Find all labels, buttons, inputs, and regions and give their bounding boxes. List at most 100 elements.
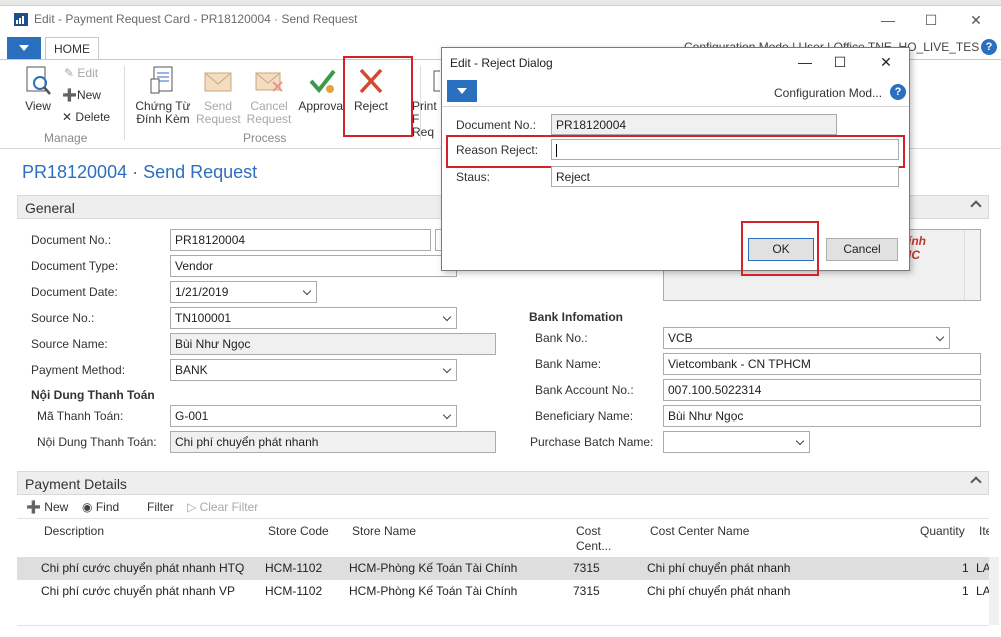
tab-home[interactable]: HOME bbox=[45, 37, 99, 60]
col-store-name[interactable]: Store Name bbox=[352, 524, 416, 539]
document-no-label: Document No.: bbox=[31, 233, 112, 247]
dialog-menu-chevron-icon bbox=[457, 88, 467, 94]
chung-tu-button[interactable]: Chứng Từ Đính Kèm bbox=[132, 65, 194, 126]
maximize-icon[interactable]: ☐ bbox=[921, 10, 941, 30]
col-item[interactable]: Ite bbox=[979, 524, 989, 539]
bank-no-label: Bank No.: bbox=[535, 331, 588, 345]
reject-dialog: Edit - Reject Dialog — ☐ ✕ Configuration… bbox=[441, 47, 910, 276]
beneficiary-label: Beneficiary Name: bbox=[535, 409, 634, 423]
col-quantity[interactable]: Quantity bbox=[920, 524, 965, 539]
app-menu-button[interactable] bbox=[7, 37, 41, 59]
purchase-batch-field[interactable] bbox=[663, 431, 810, 453]
app-logo-icon bbox=[14, 13, 28, 26]
dialog-minimize-icon[interactable]: — bbox=[795, 52, 815, 72]
delete-x-icon: ✕ bbox=[62, 110, 73, 124]
print-icon bbox=[433, 70, 440, 92]
edit-button[interactable]: ✎ Edit bbox=[64, 66, 98, 80]
page-title: PR18120004 · Send Request bbox=[22, 162, 258, 182]
source-name-field: Bùi Như Ngọc bbox=[170, 333, 496, 355]
ribbon-separator bbox=[124, 66, 125, 140]
attachment-doc-icon bbox=[150, 66, 173, 94]
approval-button[interactable]: Approval bbox=[296, 65, 348, 113]
bank-name-label: Bank Name: bbox=[535, 357, 602, 371]
ok-highlight-box bbox=[741, 221, 819, 276]
col-description[interactable]: Description bbox=[44, 524, 104, 539]
dialog-document-no-label: Document No.: bbox=[456, 118, 537, 132]
document-type-field[interactable]: Vendor bbox=[170, 255, 457, 277]
collapse-chevron-icon[interactable] bbox=[970, 476, 982, 488]
collapse-chevron-icon[interactable] bbox=[970, 200, 982, 212]
noi-dung-header: Nội Dung Thanh Toán bbox=[31, 388, 155, 402]
bank-no-field[interactable]: VCB bbox=[663, 327, 950, 349]
send-envelope-icon bbox=[204, 72, 232, 92]
details-new-button[interactable]: ➕ New bbox=[26, 500, 68, 514]
noi-dung-field: Chi phí chuyển phát nhanh bbox=[170, 431, 496, 453]
close-window-icon[interactable]: ✕ bbox=[966, 10, 986, 30]
source-name-label: Source Name: bbox=[31, 337, 108, 351]
help-icon[interactable]: ? bbox=[981, 39, 997, 55]
title-bar: Edit - Payment Request Card - PR18120004… bbox=[0, 6, 1001, 32]
dialog-title: Edit - Reject Dialog bbox=[450, 56, 553, 70]
col-store-code[interactable]: Store Code bbox=[268, 524, 329, 539]
cancel-envelope-icon bbox=[255, 72, 283, 92]
ma-thanh-toan-label: Mã Thanh Toán: bbox=[37, 409, 124, 423]
beneficiary-field[interactable]: Bùi Như Ngọc bbox=[663, 405, 981, 427]
dialog-document-no-field: PR18120004 bbox=[551, 114, 837, 135]
view-icon bbox=[26, 66, 51, 95]
bank-name-field[interactable]: Vietcombank - CN TPHCM bbox=[663, 353, 981, 375]
details-filter-button[interactable]: Filter bbox=[147, 500, 174, 514]
table-row[interactable]: Chi phí cước chuyển phát nhanh HTQ HCM-1… bbox=[17, 557, 991, 580]
reason-highlight-box bbox=[446, 135, 905, 168]
status-field[interactable]: Reject bbox=[551, 166, 899, 187]
cancel-request-button[interactable]: Cancel Request bbox=[246, 65, 292, 126]
status-label: Staus: bbox=[456, 170, 491, 184]
delete-button[interactable]: ✕ Delete bbox=[62, 110, 110, 124]
bank-info-header: Bank Infomation bbox=[529, 310, 624, 324]
new-document-icon: ➕ bbox=[62, 88, 77, 102]
manage-group-label: Manage bbox=[44, 131, 88, 145]
col-cost-center-name[interactable]: Cost Center Name bbox=[650, 524, 749, 539]
approval-check-icon bbox=[309, 69, 336, 94]
red-note-text: ính IC bbox=[908, 234, 926, 262]
dialog-help-icon[interactable]: ? bbox=[890, 84, 906, 100]
grid-bottom-line bbox=[17, 625, 989, 626]
minimize-icon[interactable]: — bbox=[878, 10, 898, 30]
document-type-label: Document Type: bbox=[31, 259, 119, 273]
col-cost-center[interactable]: Cost Cent... bbox=[576, 524, 611, 554]
document-date-field[interactable]: 1/21/2019 bbox=[170, 281, 317, 303]
payment-method-label: Payment Method: bbox=[31, 363, 126, 377]
document-no-field[interactable]: PR18120004 bbox=[170, 229, 431, 251]
memo-scrollbar[interactable] bbox=[964, 230, 980, 300]
purchase-batch-label: Purchase Batch Name: bbox=[530, 435, 654, 449]
source-no-field[interactable]: TN100001 bbox=[170, 307, 457, 329]
bank-account-field[interactable]: 007.100.5022314 bbox=[663, 379, 981, 401]
process-group-label: Process bbox=[243, 131, 287, 145]
payment-method-field[interactable]: BANK bbox=[170, 359, 457, 381]
send-request-button[interactable]: Send Request bbox=[196, 65, 241, 126]
print-button[interactable]: Print F Req bbox=[410, 65, 440, 139]
window-title: Edit - Payment Request Card - PR18120004… bbox=[34, 12, 358, 26]
view-button[interactable]: View bbox=[20, 65, 56, 113]
grid-scrollbar[interactable] bbox=[989, 557, 999, 625]
source-no-label: Source No.: bbox=[31, 311, 95, 325]
new-line-icon: ➕ bbox=[26, 500, 41, 514]
dialog-close-icon[interactable]: ✕ bbox=[876, 52, 896, 72]
table-row[interactable]: Chi phí cước chuyển phát nhanh VP HCM-11… bbox=[17, 580, 991, 603]
grid-top-line bbox=[17, 518, 989, 519]
pencil-icon: ✎ bbox=[64, 66, 75, 80]
details-find-button[interactable]: ◉ Find bbox=[82, 500, 119, 514]
payment-details-section-header[interactable]: Payment Details bbox=[17, 471, 989, 495]
binoculars-icon: ◉ bbox=[82, 500, 93, 514]
cancel-button[interactable]: Cancel bbox=[826, 238, 898, 261]
dialog-divider bbox=[442, 106, 909, 107]
dialog-maximize-icon[interactable]: ☐ bbox=[830, 52, 850, 72]
document-date-label: Document Date: bbox=[31, 285, 118, 299]
details-clear-filter-button[interactable]: ▷ Clear Filter bbox=[187, 500, 258, 514]
new-button[interactable]: ➕New bbox=[62, 88, 101, 102]
clear-filter-icon: ▷ bbox=[187, 500, 197, 514]
reject-highlight-box bbox=[343, 56, 413, 137]
ma-thanh-toan-field[interactable]: G-001 bbox=[170, 405, 457, 427]
noi-dung-label: Nội Dung Thanh Toán: bbox=[37, 435, 157, 449]
dialog-config-label: Configuration Mod... bbox=[774, 86, 883, 100]
dialog-menu-button[interactable] bbox=[447, 80, 477, 102]
